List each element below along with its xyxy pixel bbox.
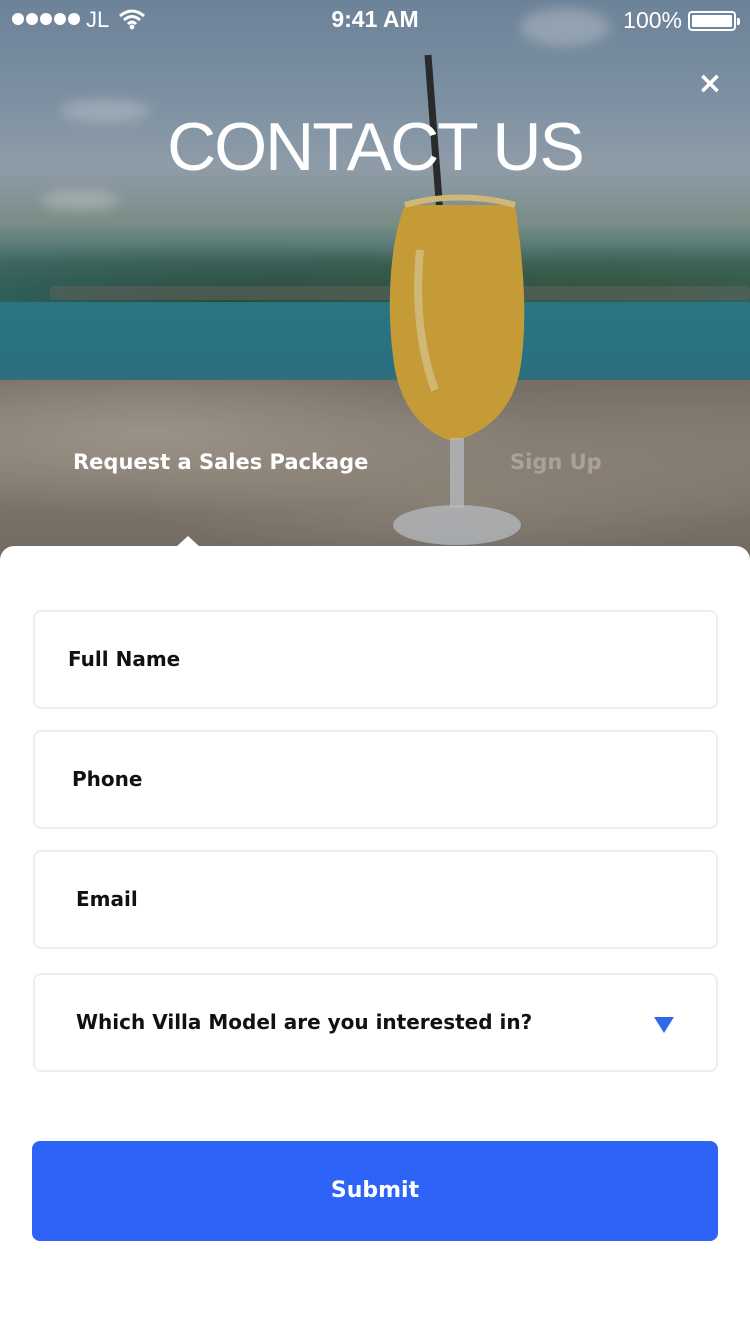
email-field[interactable]: Email <box>33 850 718 949</box>
close-icon[interactable]: × <box>690 64 730 104</box>
full-name-placeholder: Full Name <box>68 647 181 671</box>
villa-model-placeholder: Which Villa Model are you interested in? <box>76 1010 533 1034</box>
page-title: CONTACT US <box>167 109 585 185</box>
battery-icon <box>688 11 740 31</box>
villa-model-select[interactable]: Which Villa Model are you interested in? <box>33 973 718 1072</box>
phone-field[interactable]: Phone <box>33 730 718 829</box>
triangle-down-icon <box>654 1017 674 1033</box>
status-bar: JL 9:41 AM 100% <box>0 0 750 40</box>
tab-request-sales-package[interactable]: Request a Sales Package <box>73 450 368 474</box>
tab-sign-up[interactable]: Sign Up <box>510 450 602 474</box>
full-name-field[interactable]: Full Name <box>33 610 718 709</box>
email-placeholder: Email <box>76 887 138 911</box>
hero-background-image <box>0 0 750 560</box>
battery-percentage: 100% <box>623 7 682 33</box>
phone-placeholder: Phone <box>72 767 143 791</box>
hero-overlay <box>0 0 750 560</box>
submit-button[interactable]: Submit <box>32 1141 718 1241</box>
